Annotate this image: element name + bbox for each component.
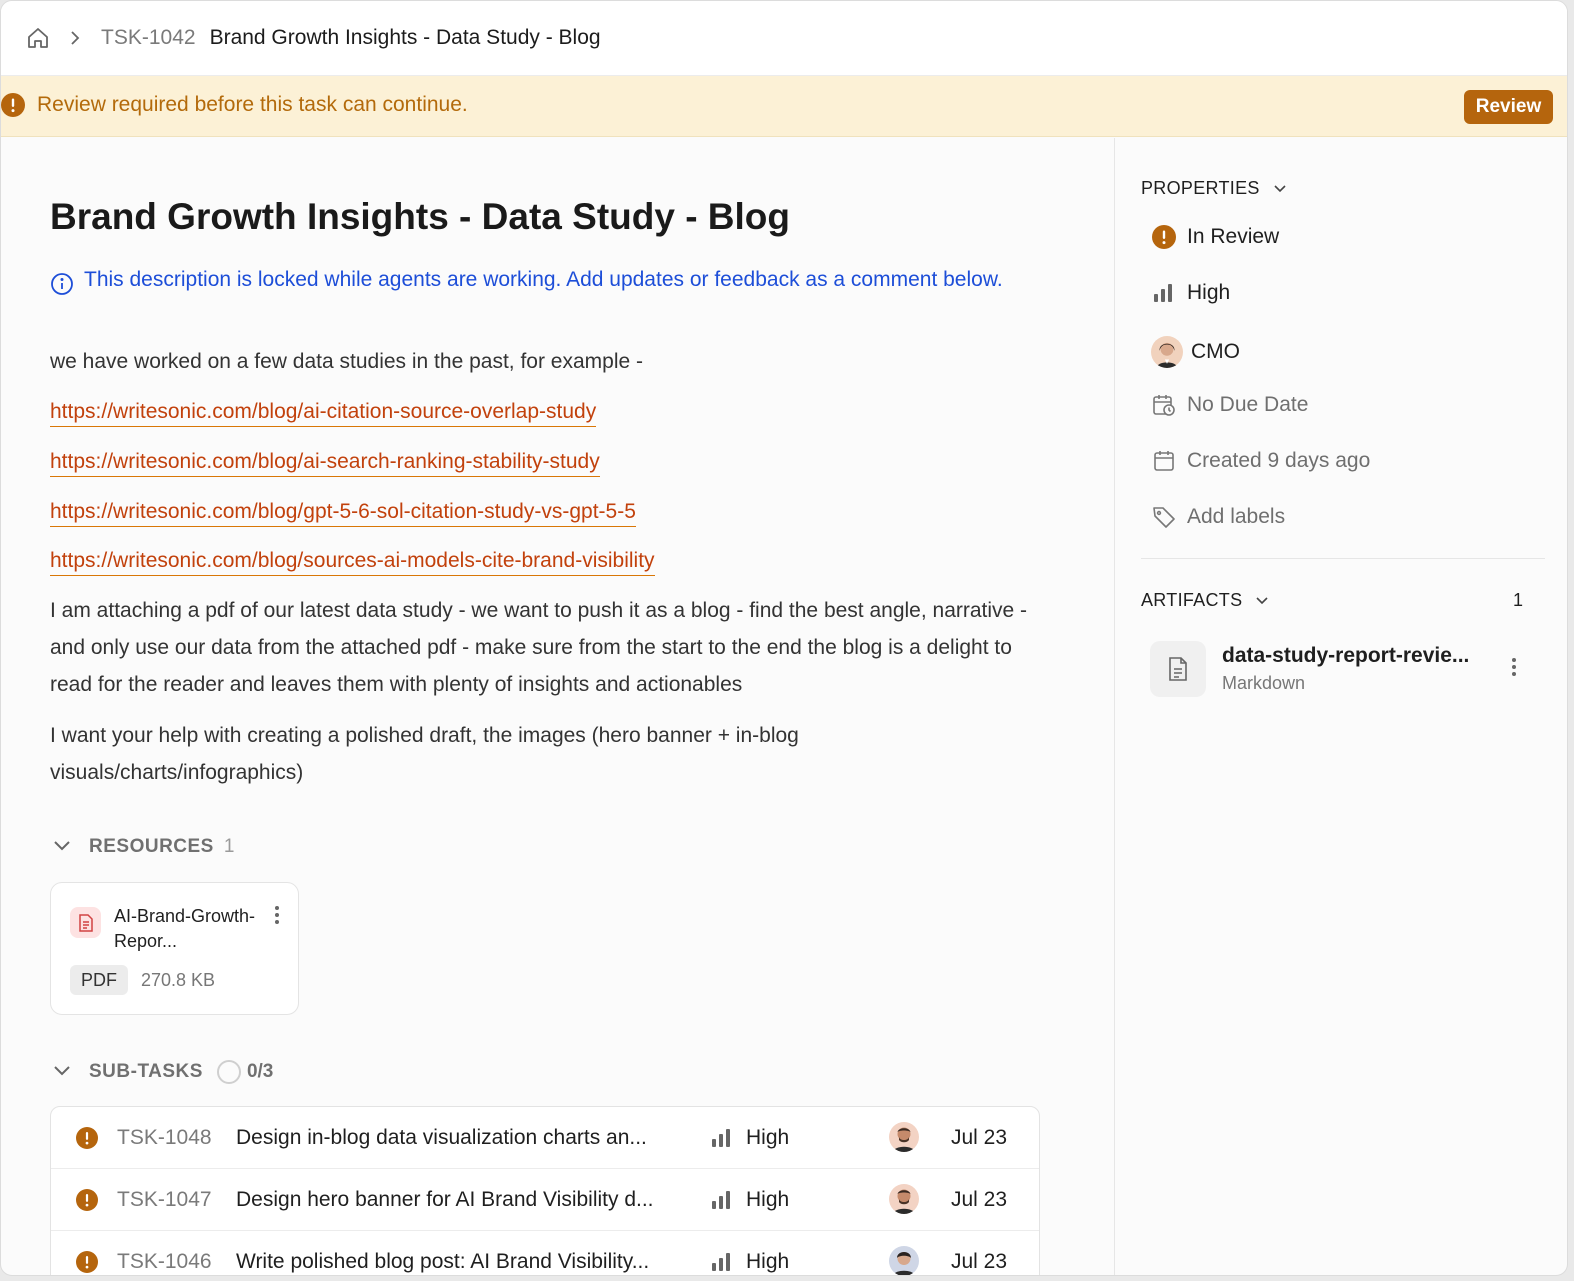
avatar bbox=[889, 1184, 919, 1214]
info-icon bbox=[50, 272, 74, 305]
created-value: Created 9 days ago bbox=[1187, 449, 1371, 472]
alert-icon bbox=[1151, 224, 1177, 250]
document-icon bbox=[1150, 641, 1206, 697]
description-intro: we have worked on a few data studies in … bbox=[50, 350, 643, 373]
chevron-down-icon bbox=[1256, 596, 1268, 604]
locked-notice-text: This description is locked while agents … bbox=[84, 268, 1003, 291]
pdf-file-icon bbox=[70, 907, 101, 938]
subtask-title: Design hero banner for AI Brand Visibili… bbox=[236, 1188, 654, 1211]
subtask-row[interactable]: TSK-1048 Design in-blog data visualizati… bbox=[51, 1107, 1039, 1169]
chevron-down-icon bbox=[1274, 184, 1286, 192]
chevron-right-icon bbox=[65, 31, 85, 45]
resource-card[interactable]: AI-Brand-Growth-Repor... PDF 270.8 KB bbox=[50, 882, 299, 1015]
artifacts-header[interactable]: ARTIFACTS bbox=[1141, 590, 1268, 611]
priority-bars-icon bbox=[711, 1129, 733, 1152]
resources-header[interactable]: RESOURCES 1 bbox=[53, 836, 234, 858]
subtask-date: Jul 23 bbox=[951, 1250, 1008, 1273]
subtasks-progress: 0/3 bbox=[246, 1061, 274, 1082]
properties-header[interactable]: PROPERTIES bbox=[1141, 178, 1286, 199]
description-link[interactable]: https://writesonic.com/blog/ai-search-ra… bbox=[50, 448, 600, 477]
resources-count: 1 bbox=[223, 836, 235, 857]
progress-ring-icon bbox=[216, 1060, 241, 1084]
artifact-name: data-study-report-revie... bbox=[1222, 644, 1470, 667]
labels-property[interactable]: Add labels bbox=[1151, 504, 1285, 530]
alert-icon bbox=[76, 1127, 98, 1154]
chevron-down-icon bbox=[53, 1063, 75, 1081]
file-type-badge: PDF bbox=[70, 965, 128, 995]
breadcrumb-title: Brand Growth Insights - Data Study - Blo… bbox=[209, 26, 601, 49]
alert-icon bbox=[1, 93, 25, 122]
task-window: TSK-1042 Brand Growth Insights - Data St… bbox=[0, 0, 1568, 1276]
review-banner: Review required before this task can con… bbox=[1, 76, 1567, 137]
avatar bbox=[889, 1122, 919, 1152]
file-size: 270.8 KB bbox=[141, 970, 216, 990]
subtasks-header[interactable]: SUB-TASKS 0/3 bbox=[53, 1060, 273, 1084]
more-options-icon[interactable] bbox=[274, 905, 280, 930]
alert-icon bbox=[76, 1251, 98, 1275]
subtask-row[interactable]: TSK-1047 Design hero banner for AI Brand… bbox=[51, 1169, 1039, 1231]
assignee-value: CMO bbox=[1191, 340, 1240, 363]
subtask-priority: High bbox=[746, 1188, 790, 1211]
subtask-title: Design in-blog data visualization charts… bbox=[236, 1126, 647, 1149]
description-paragraph: I want your help with creating a polishe… bbox=[50, 724, 799, 784]
more-options-icon[interactable] bbox=[1511, 657, 1517, 682]
subtask-priority: High bbox=[746, 1250, 790, 1273]
subtask-id: TSK-1047 bbox=[117, 1188, 212, 1211]
description-link[interactable]: https://writesonic.com/blog/ai-citation-… bbox=[50, 398, 597, 427]
calendar-clock-icon bbox=[1151, 392, 1177, 418]
subtasks-table: TSK-1048 Design in-blog data visualizati… bbox=[50, 1106, 1040, 1275]
tag-icon bbox=[1151, 504, 1177, 530]
sidebar-divider bbox=[1141, 558, 1545, 559]
artifacts-count: 1 bbox=[1513, 590, 1524, 610]
artifact-type: Markdown bbox=[1222, 673, 1306, 693]
subtasks-label: SUB-TASKS bbox=[89, 1061, 203, 1082]
top-bar: TSK-1042 Brand Growth Insights - Data St… bbox=[1, 1, 1567, 76]
resource-name: AI-Brand-Growth-Repor... bbox=[114, 906, 256, 951]
locked-notice: This description is locked while agents … bbox=[50, 264, 1010, 305]
resources-label: RESOURCES bbox=[89, 836, 214, 857]
created-property: Created 9 days ago bbox=[1151, 448, 1370, 474]
calendar-icon bbox=[1151, 448, 1177, 474]
properties-label: PROPERTIES bbox=[1141, 178, 1260, 198]
subtask-row[interactable]: TSK-1046 Write polished blog post: AI Br… bbox=[51, 1231, 1039, 1275]
breadcrumb-task-id[interactable]: TSK-1042 bbox=[101, 26, 196, 50]
task-title: Brand Growth Insights - Data Study - Blo… bbox=[50, 196, 790, 237]
due-date-property[interactable]: No Due Date bbox=[1151, 392, 1308, 418]
subtask-priority: High bbox=[746, 1126, 790, 1149]
alert-icon bbox=[76, 1189, 98, 1216]
priority-value: High bbox=[1187, 281, 1231, 304]
priority-bars-icon bbox=[711, 1191, 733, 1214]
due-date-value: No Due Date bbox=[1187, 393, 1309, 416]
priority-property[interactable]: High bbox=[1151, 280, 1230, 306]
task-main: Brand Growth Insights - Data Study - Blo… bbox=[1, 138, 1114, 1275]
subtask-title: Write polished blog post: AI Brand Visib… bbox=[236, 1250, 650, 1273]
description-link[interactable]: https://writesonic.com/blog/sources-ai-m… bbox=[50, 547, 655, 576]
status-value: In Review bbox=[1187, 225, 1280, 248]
labels-value: Add labels bbox=[1187, 505, 1286, 528]
home-icon[interactable] bbox=[25, 25, 51, 51]
description-paragraph: I am attaching a pdf of our latest data … bbox=[50, 599, 1028, 696]
review-button[interactable]: Review bbox=[1464, 90, 1553, 124]
description-link[interactable]: https://writesonic.com/blog/gpt-5-6-sol-… bbox=[50, 498, 636, 527]
banner-text: Review required before this task can con… bbox=[37, 93, 468, 116]
chevron-down-icon bbox=[53, 838, 75, 856]
subtask-id: TSK-1046 bbox=[117, 1250, 212, 1273]
properties-sidebar: PROPERTIES In Review High CMO No Due Dat… bbox=[1115, 138, 1567, 1275]
priority-bars-icon bbox=[1151, 280, 1177, 306]
subtask-id: TSK-1048 bbox=[117, 1126, 212, 1149]
artifacts-label: ARTIFACTS bbox=[1141, 590, 1243, 610]
subtask-date: Jul 23 bbox=[951, 1188, 1008, 1211]
priority-bars-icon bbox=[711, 1253, 733, 1275]
subtask-date: Jul 23 bbox=[951, 1126, 1008, 1149]
avatar bbox=[1151, 336, 1183, 368]
assignee-property[interactable]: CMO bbox=[1151, 336, 1240, 368]
status-property[interactable]: In Review bbox=[1151, 224, 1279, 250]
avatar bbox=[889, 1246, 919, 1275]
